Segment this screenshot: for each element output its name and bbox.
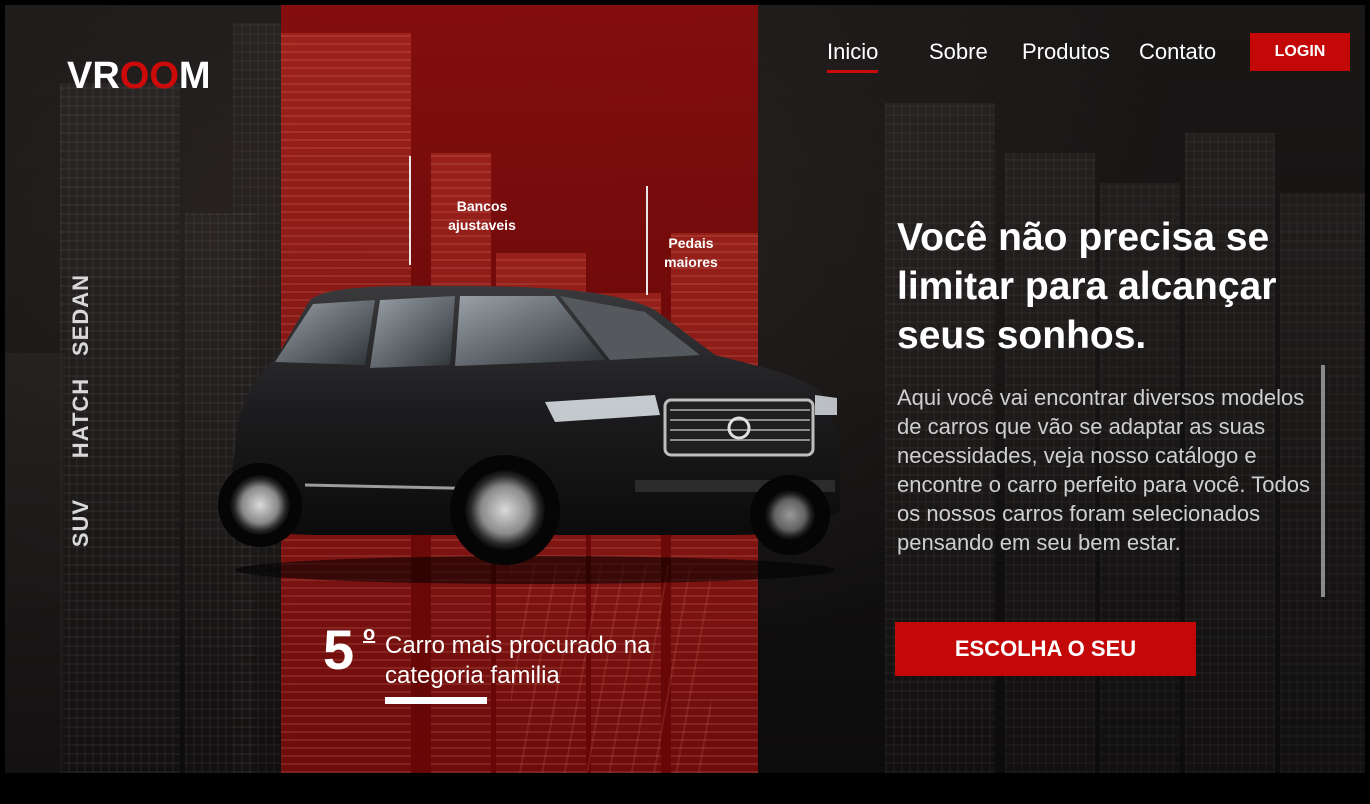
nav-contato[interactable]: Contato [1139,39,1216,65]
category-hatch[interactable]: HATCH [68,373,98,463]
background-building [5,353,65,773]
description-scrollbar[interactable] [1321,365,1325,597]
nav-produtos[interactable]: Produtos [1022,39,1110,65]
suv-car-image [218,285,840,584]
login-button[interactable]: LOGIN [1250,33,1350,71]
hero-description: Aqui você vai encontrar diversos modelos… [897,385,1310,555]
callout-line-seats [409,156,411,265]
category-suv[interactable]: SUV [68,493,98,553]
nav-inicio[interactable]: Inicio [827,39,879,73]
category-sedan[interactable]: SEDAN [68,270,98,360]
choose-yours-button[interactable]: ESCOLHA O SEU [895,622,1196,676]
hero-section: VROOM Inicio Sobre Produtos Contato LOGI… [5,5,1365,773]
nav-sobre[interactable]: Sobre [929,39,988,65]
ranking-text: Carro mais procurado na categoria famili… [385,632,651,689]
ranking-ordinal: o [363,623,376,645]
callout-seats: Bancos ajustaveis [448,198,516,233]
hero-headline: Você não precisa se limitar para alcança… [897,216,1277,357]
ranking-underline [385,697,487,704]
brand-logo[interactable]: VROOM [67,55,211,98]
callout-pedals: Pedais maiores [664,235,718,270]
ranking-number: 5 [323,618,355,681]
